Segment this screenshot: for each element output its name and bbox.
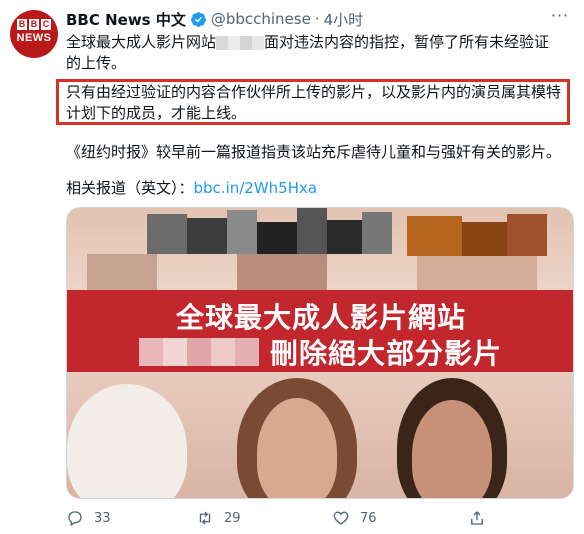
- banner-line-2: 刪除絕大部分影片: [269, 337, 502, 370]
- person-face: [257, 398, 337, 498]
- share-button[interactable]: [468, 509, 486, 527]
- timestamp[interactable]: 4小时: [324, 9, 364, 30]
- like-button[interactable]: 76: [332, 509, 468, 527]
- pixelation-block: [362, 212, 392, 254]
- pixelation-block: [187, 218, 227, 254]
- pixelation-block: [507, 214, 547, 256]
- more-options-icon[interactable]: ···: [548, 6, 572, 26]
- banner-line-1: 全球最大成人影片網站: [175, 301, 466, 334]
- pixelation-block: [227, 210, 257, 254]
- pixelation-block: [237, 254, 327, 290]
- bbc-news-logo: B B C NEWS: [16, 19, 52, 49]
- avatar[interactable]: B B C NEWS: [10, 10, 58, 58]
- headline-banner: 全球最大成人影片網站 刪除絕大部分影片: [67, 290, 573, 372]
- reply-button[interactable]: 33: [66, 509, 196, 527]
- pixelation-block: [297, 208, 327, 254]
- heart-icon: [333, 511, 349, 525]
- related-link[interactable]: bbc.in/2Wh5Hxa: [194, 179, 318, 197]
- reply-count: 33: [94, 510, 111, 526]
- pixelation-block: [257, 222, 297, 254]
- text-segment: 的上传。: [66, 54, 127, 72]
- tweet-text-paragraph-3: 《纽约时报》较早前一篇报道指责该站充斥虐待儿童和与强奸有关的影片。: [66, 143, 562, 161]
- person-face: [412, 400, 492, 498]
- tweet-text-paragraph-1: 全球最大成人影片网站 面对违法内容的指控，暂停了所有未经验证 的上传。: [66, 32, 574, 74]
- separator-dot: ·: [314, 10, 320, 28]
- pixelation-block: [417, 256, 537, 290]
- logo-letter: C: [41, 19, 51, 30]
- display-name[interactable]: BBC News 中文: [66, 9, 186, 30]
- verified-badge-icon: [190, 11, 206, 27]
- tweet-header: BBC News 中文 @bbcchinese · 4小时: [66, 9, 363, 29]
- censored-blur: [216, 35, 265, 50]
- tweet-media-image[interactable]: 全球最大成人影片網站 刪除絕大部分影片: [66, 207, 574, 499]
- pixelation-block: [327, 220, 362, 254]
- tweet-card[interactable]: B B C NEWS BBC News 中文 @bbcchinese · 4小时…: [0, 0, 584, 534]
- tweet-actions: 33 29 76: [66, 508, 574, 528]
- retweet-count: 29: [224, 510, 241, 526]
- related-label: 相关报道（英文）：: [66, 179, 194, 197]
- share-icon: [471, 511, 483, 525]
- logo-news-text: NEWS: [16, 32, 52, 44]
- logo-letter: B: [17, 19, 27, 30]
- retweet-icon: [199, 511, 211, 525]
- pixelation-block: [462, 222, 507, 256]
- text-segment: 全球最大成人影片网站: [66, 33, 217, 51]
- pixelation-block: [147, 214, 187, 254]
- logo-letter: B: [29, 19, 39, 30]
- reply-icon: [68, 511, 82, 526]
- tweet-text-highlighted: 只有由经过验证的内容合作伙伴所上传的影片，以及影片内的演员属其模特计划下的成员，…: [66, 83, 562, 122]
- handle[interactable]: @bbcchinese: [211, 10, 311, 28]
- like-count: 76: [360, 510, 377, 526]
- pixelation-block: [87, 254, 157, 290]
- retweet-button[interactable]: 29: [196, 509, 332, 527]
- text-segment: 面对违法内容的指控，暂停了所有未经验证: [264, 33, 550, 51]
- related-report: 相关报道（英文）：bbc.in/2Wh5Hxa: [66, 178, 574, 199]
- pixelation-block: [407, 216, 462, 256]
